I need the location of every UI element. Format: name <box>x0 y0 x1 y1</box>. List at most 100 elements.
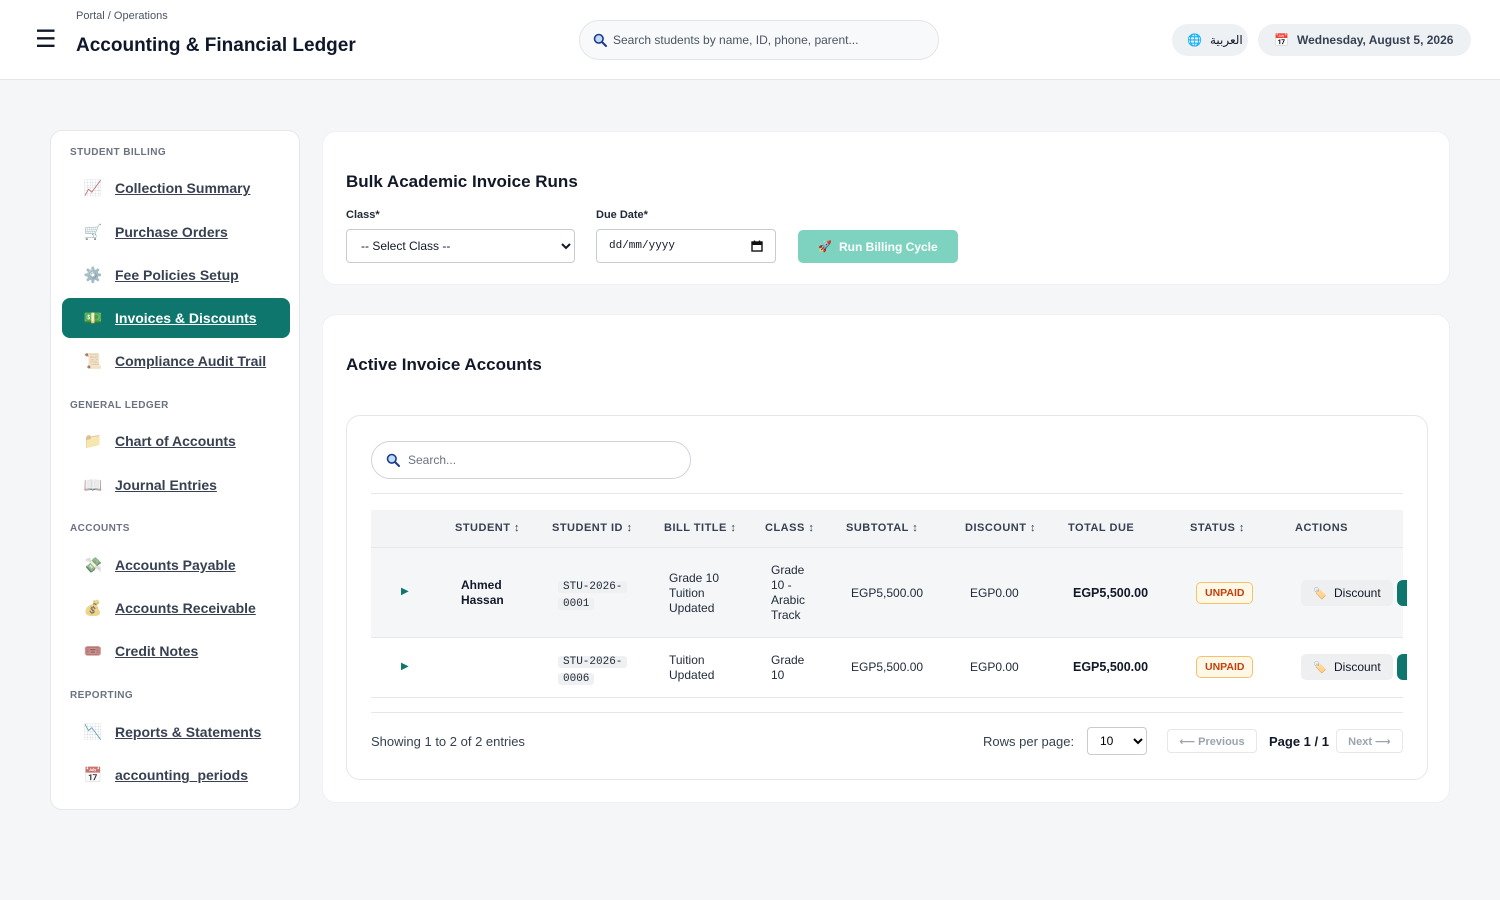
ticket-icon: 🎟️ <box>83 643 103 660</box>
student-name: Ahmed Hassan <box>461 578 504 608</box>
divider <box>371 712 1403 713</box>
cart-icon: 🛒 <box>83 224 103 241</box>
col-header-student[interactable]: STUDENT ↕ <box>455 522 520 534</box>
sidebar-item-label: Compliance Audit Trail <box>115 353 267 369</box>
sidebar-item-reports-statements[interactable]: 📉 Reports & Statements <box>62 712 290 752</box>
subtotal: EGP5,500.00 <box>851 660 924 674</box>
row-action-button[interactable] <box>1397 580 1407 606</box>
class-cell: Grade 10 - Arabic Track <box>771 563 805 623</box>
sidebar-item-label: Invoices & Discounts <box>115 310 257 326</box>
sidebar-section-title: ACCOUNTS <box>70 523 130 534</box>
col-header-subtotal[interactable]: SUBTOTAL ↕ <box>846 522 918 534</box>
page-indicator: Page 1 / 1 <box>1269 734 1329 749</box>
gear-icon: ⚙️ <box>83 267 103 284</box>
sidebar-item-label: Accounts Payable <box>115 557 236 573</box>
global-search-box[interactable] <box>579 20 939 60</box>
student-id-line: 0001 <box>558 598 595 610</box>
sidebar-item-compliance-audit[interactable]: 📜 Compliance Audit Trail <box>62 341 290 381</box>
class-cell: Grade 10 <box>771 653 804 683</box>
next-page-button[interactable]: Next ⟶ <box>1336 729 1403 753</box>
discount: EGP0.00 <box>970 586 1019 600</box>
sidebar-item-journal-entries[interactable]: 📖 Journal Entries <box>62 465 290 505</box>
sidebar-item-credit-notes[interactable]: 🎟️ Credit Notes <box>62 631 290 671</box>
hamburger-menu-icon[interactable]: ☰ <box>35 28 57 52</box>
globe-icon: 🌐 <box>1187 33 1202 47</box>
col-header-class[interactable]: CLASS ↕ <box>765 522 814 534</box>
col-header-bill-title[interactable]: BILL TITLE ↕ <box>664 522 736 534</box>
class-line: Arabic <box>771 593 806 607</box>
discount-button[interactable]: 🏷️ Discount <box>1301 654 1393 680</box>
due-date-input[interactable]: dd/mm/yyyy <box>596 229 776 263</box>
student-id-line: STU-2026- <box>558 581 628 593</box>
sidebar-section-title: REPORTING <box>70 690 134 701</box>
sidebar-item-label: Purchase Orders <box>115 224 228 240</box>
class-line: Grade <box>771 653 805 667</box>
scroll-icon: 📜 <box>83 353 103 370</box>
student-id: STU-2026- 0006 <box>558 653 628 687</box>
bulk-invoice-card: Bulk Academic Invoice Runs Class* -- Sel… <box>322 131 1450 285</box>
table-search-input[interactable] <box>408 453 668 467</box>
class-label: Class* <box>346 209 380 221</box>
sidebar-item-accounts-receivable[interactable]: 💰 Accounts Receivable <box>62 588 290 628</box>
status-badge: UNPAID <box>1196 656 1254 678</box>
sidebar-item-label: accounting_periods <box>115 767 249 783</box>
class-line: 10 - <box>771 578 792 592</box>
student-id: STU-2026- 0001 <box>558 578 628 612</box>
language-label: العربية <box>1209 33 1243 47</box>
class-line: Grade <box>771 563 805 577</box>
breadcrumb: Portal / Operations <box>76 10 168 22</box>
sidebar: STUDENT BILLING 📈 Collection Summary 🛒 P… <box>50 130 300 810</box>
money-icon: 💵 <box>83 310 103 327</box>
sidebar-item-collection-summary[interactable]: 📈 Collection Summary <box>62 168 290 208</box>
calendar-picker-icon[interactable] <box>751 240 763 252</box>
col-header-student-id[interactable]: STUDENT ID ↕ <box>552 522 633 534</box>
search-icon <box>386 453 400 467</box>
global-search-input[interactable] <box>613 33 913 47</box>
due-date-placeholder: dd/mm/yyyy <box>609 240 676 252</box>
col-header-discount[interactable]: DISCOUNT ↕ <box>965 522 1036 534</box>
sidebar-item-invoices-discounts[interactable]: 💵 Invoices & Discounts <box>62 298 290 338</box>
bill-title: Grade 10 Tuition Updated <box>669 571 719 616</box>
col-header-actions: ACTIONS <box>1295 522 1348 534</box>
col-header-total-due: TOTAL DUE <box>1068 522 1135 534</box>
class-line: Track <box>771 608 801 622</box>
previous-page-button[interactable]: ⟵ Previous <box>1167 729 1257 753</box>
table-search-box[interactable] <box>371 441 691 479</box>
discount-button[interactable]: 🏷️ Discount <box>1301 580 1393 606</box>
top-bar: ☰ Portal / Operations Accounting & Finan… <box>0 0 1500 80</box>
sidebar-item-accounting-periods[interactable]: 📅 accounting_periods <box>62 755 290 795</box>
sidebar-item-accounts-payable[interactable]: 💸 Accounts Payable <box>62 545 290 585</box>
row-action-button[interactable] <box>1397 654 1407 680</box>
rocket-icon: 🚀 <box>818 241 832 253</box>
tag-icon: 🏷️ <box>1313 661 1327 674</box>
sidebar-item-label: Accounts Receivable <box>115 600 256 616</box>
chart-up-icon: 📈 <box>83 180 103 197</box>
entries-summary: Showing 1 to 2 of 2 entries <box>371 734 525 749</box>
discount-button-label: Discount <box>1334 586 1381 600</box>
bill-title: Tuition Updated <box>669 653 714 683</box>
language-toggle-button[interactable]: 🌐 العربية <box>1172 24 1248 56</box>
sidebar-item-label: Collection Summary <box>115 180 251 196</box>
expand-row-icon[interactable]: ▶ <box>401 661 409 672</box>
bill-title-line: Tuition <box>669 586 705 600</box>
class-select[interactable]: -- Select Class -- <box>346 229 575 263</box>
sidebar-item-label: Chart of Accounts <box>115 433 236 449</box>
search-icon <box>593 33 607 47</box>
folder-icon: 📁 <box>83 433 103 450</box>
col-header-status[interactable]: STATUS ↕ <box>1190 522 1245 534</box>
student-name-line: Ahmed <box>461 578 502 592</box>
rows-per-page-select[interactable]: 10 <box>1087 727 1147 755</box>
sidebar-item-chart-of-accounts[interactable]: 📁 Chart of Accounts <box>62 421 290 461</box>
calendar-icon: 📅 <box>83 767 103 784</box>
discount-button-label: Discount <box>1334 660 1381 674</box>
chart-down-icon: 📉 <box>83 724 103 741</box>
table-row: ▶ STU-2026- 0006 Tuition Updated Grade 1… <box>371 638 1407 698</box>
run-billing-cycle-button[interactable]: 🚀 Run Billing Cycle <box>798 230 958 263</box>
book-icon: 📖 <box>83 477 103 494</box>
sidebar-item-purchase-orders[interactable]: 🛒 Purchase Orders <box>62 212 290 252</box>
expand-row-icon[interactable]: ▶ <box>401 586 409 597</box>
sidebar-item-fee-policies[interactable]: ⚙️ Fee Policies Setup <box>62 255 290 295</box>
student-name-line: Hassan <box>461 593 504 607</box>
bulk-invoice-title: Bulk Academic Invoice Runs <box>346 172 578 191</box>
bill-title-line: Updated <box>669 668 715 682</box>
